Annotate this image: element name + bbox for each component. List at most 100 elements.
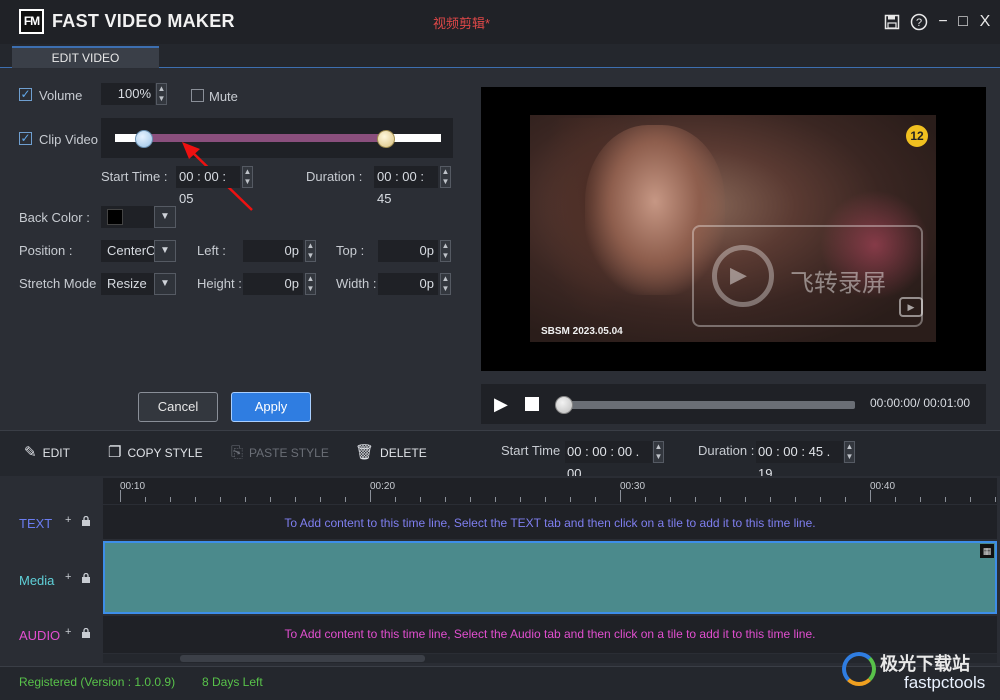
start-time-input[interactable]: 00 : 00 : 05 — [176, 166, 240, 206]
duration-input[interactable]: 00 : 00 : 45 — [374, 166, 438, 206]
volume-input[interactable]: 100% — [101, 83, 155, 105]
duration-spinner[interactable]: ▲ ▼ — [440, 166, 451, 188]
add-media-track-icon[interactable]: + — [65, 571, 71, 583]
age-rating-badge: 12 — [906, 125, 928, 147]
ruler-tick — [320, 497, 321, 502]
ruler-tick — [220, 497, 221, 502]
film-strip-icon: ▦ — [980, 544, 994, 558]
clip-video-checkbox[interactable]: ✓ — [19, 132, 32, 145]
ruler-tick — [945, 497, 946, 502]
left-label: Left : — [197, 243, 226, 258]
top-spinner[interactable]: ▲ ▼ — [440, 240, 451, 262]
mute-checkbox[interactable] — [191, 89, 204, 102]
ruler-tick — [845, 497, 846, 502]
ruler-label: 00:10 — [120, 481, 146, 492]
height-input[interactable]: 0p — [243, 273, 303, 295]
stretch-mode-chevron-down-icon[interactable]: ▼ — [154, 273, 176, 295]
width-input[interactable]: 0p — [378, 273, 438, 295]
edit-label: EDIT — [42, 446, 70, 460]
left-input[interactable]: 0p — [243, 240, 303, 262]
lock-audio-track-icon[interactable] — [81, 627, 91, 641]
copy-icon: ❐ — [108, 444, 122, 461]
volume-spinner[interactable]: ▲ ▼ — [156, 83, 167, 105]
seek-handle[interactable] — [555, 396, 573, 414]
stretch-mode-label: Stretch Mode — [19, 276, 97, 291]
clip-start-time-label: Start Time : — [501, 443, 568, 458]
paste-icon: ⎘ — [231, 444, 244, 461]
clip-duration-spinner[interactable]: ▲ ▼ — [844, 441, 855, 463]
height-spinner[interactable]: ▲ ▼ — [305, 273, 316, 295]
edit-button[interactable]: ✎ EDIT — [24, 444, 70, 462]
copy-style-label: COPY STYLE — [127, 446, 203, 460]
paste-style-button[interactable]: ⎘ PASTE STYLE — [231, 444, 329, 462]
top-input[interactable]: 0p — [378, 240, 438, 262]
cancel-button[interactable]: Cancel — [138, 392, 218, 422]
clip-duration-input[interactable]: 00 : 00 : 45 . 19 — [756, 441, 843, 481]
ruler-tick — [745, 497, 746, 502]
ruler-tick — [295, 497, 296, 502]
minimize-icon[interactable]: − — [932, 11, 954, 33]
ruler-tick — [570, 497, 571, 502]
height-label: Height : — [197, 276, 242, 291]
clip-duration-label: Duration : — [698, 443, 755, 458]
position-select[interactable]: CenterCe — [101, 240, 155, 262]
lock-text-track-icon[interactable] — [81, 515, 91, 529]
ruler-tick — [820, 497, 821, 502]
tab-edit-video[interactable]: EDIT VIDEO — [12, 46, 159, 68]
stretch-mode-select[interactable]: Resize — [101, 273, 155, 295]
ruler-tick — [420, 497, 421, 502]
project-name: 视频剪辑* — [433, 16, 491, 31]
close-icon[interactable]: X — [974, 11, 996, 33]
ruler-tick — [995, 497, 996, 502]
ruler-tick — [470, 497, 471, 502]
media-clip[interactable] — [103, 541, 997, 614]
ruler-tick — [170, 497, 171, 502]
back-color-picker[interactable] — [101, 206, 155, 228]
ruler-tick — [345, 497, 346, 502]
ruler-label: 00:40 — [870, 481, 896, 492]
stop-icon[interactable] — [525, 397, 539, 411]
ruler-label: 00:20 — [370, 481, 396, 492]
copy-style-button[interactable]: ❐ COPY STYLE — [108, 444, 203, 462]
add-text-track-icon[interactable]: + — [65, 514, 71, 526]
svg-text:?: ? — [916, 17, 922, 29]
clip-start-time-input[interactable]: 00 : 00 : 00 . 00 — [565, 441, 652, 481]
ruler-tick — [270, 497, 271, 502]
playback-time: 00:00:00/ 00:01:00 — [870, 396, 971, 410]
back-color-chevron-down-icon[interactable]: ▼ — [154, 206, 176, 228]
back-color-swatch — [107, 209, 123, 225]
ruler-tick — [520, 497, 521, 502]
back-color-label: Back Color : — [19, 210, 90, 225]
position-chevron-down-icon[interactable]: ▼ — [154, 240, 176, 262]
ruler-tick — [770, 497, 771, 502]
volume-checkbox[interactable]: ✓ — [19, 88, 32, 101]
lock-media-track-icon[interactable] — [81, 572, 91, 586]
watermark-text: 飞转录屏 — [790, 270, 886, 297]
save-icon[interactable] — [881, 11, 903, 33]
width-label: Width : — [336, 276, 377, 291]
delete-button[interactable]: 🗑 DELETE — [355, 444, 427, 462]
time-ruler[interactable] — [103, 478, 997, 504]
clip-end-handle[interactable] — [376, 130, 395, 148]
video-caption: SBSM 2023.05.04 — [541, 326, 623, 337]
ruler-tick — [395, 497, 396, 502]
add-audio-track-icon[interactable]: + — [65, 626, 71, 638]
start-time-spinner[interactable]: ▲ ▼ — [242, 166, 253, 188]
width-spinner[interactable]: ▲ ▼ — [440, 273, 451, 295]
help-icon[interactable]: ? — [908, 11, 930, 33]
play-icon[interactable]: ▶ — [494, 394, 510, 414]
ruler-tick — [795, 497, 796, 502]
trash-icon: 🗑 — [355, 444, 375, 461]
ruler-tick — [970, 497, 971, 502]
seek-bar[interactable] — [564, 401, 855, 409]
ruler-tick — [670, 497, 671, 502]
timeline-scrollbar-thumb[interactable] — [180, 655, 425, 662]
track-label-text: TEXT — [19, 516, 53, 531]
maximize-icon[interactable]: □ — [952, 11, 974, 33]
left-spinner[interactable]: ▲ ▼ — [305, 240, 316, 262]
clip-video-label: Clip Video — [39, 132, 99, 147]
apply-button[interactable]: Apply — [231, 392, 311, 422]
text-track-hint: To Add content to this time line, Select… — [284, 516, 816, 530]
clip-start-time-spinner[interactable]: ▲ ▼ — [653, 441, 664, 463]
ruler-label: 00:30 — [620, 481, 646, 492]
